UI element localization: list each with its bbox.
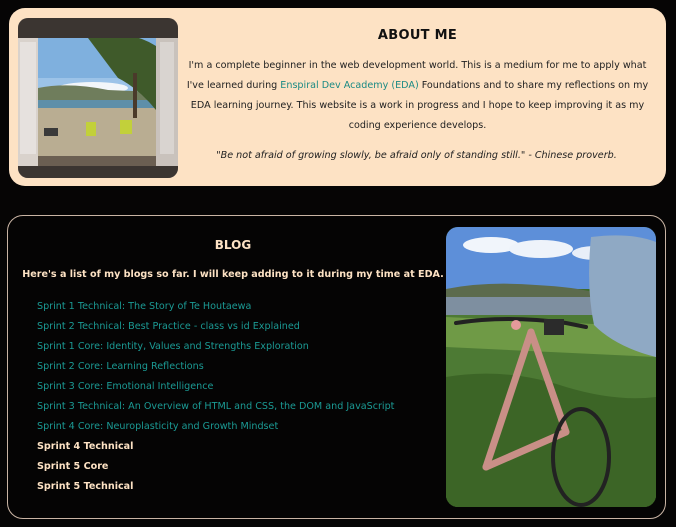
blog-title: BLOG (214, 238, 252, 252)
blog-item[interactable]: Sprint 1 Core: Identity, Values and Stre… (37, 337, 394, 357)
blog-item: Sprint 5 Core (37, 461, 109, 472)
window-view-image (18, 18, 178, 178)
blog-item[interactable]: Sprint 2 Technical: Best Practice - clas… (37, 317, 394, 337)
blog-intro: Here's a list of my blogs so far. I will… (22, 269, 444, 280)
blog-item: Sprint 4 Technical (37, 441, 134, 452)
blog-card: BLOG Here's a list of my blogs so far. I… (7, 215, 666, 519)
blog-item: Sprint 5 Technical (37, 481, 134, 492)
blog-item[interactable]: Sprint 3 Technical: An Overview of HTML … (37, 397, 394, 417)
proverb-quote: "Be not afraid of growing slowly, be afr… (216, 150, 617, 161)
bicycle-photo (446, 227, 656, 507)
blog-item[interactable]: Sprint 3 Core: Emotional Intelligence (37, 377, 394, 397)
bicycle-image (446, 227, 656, 507)
about-paragraph: I'm a complete beginner in the web devel… (184, 56, 651, 136)
blog-item[interactable]: Sprint 1 Technical: The Story of Te Hout… (37, 297, 394, 317)
window-view-photo (18, 18, 178, 178)
about-me-card: ABOUT ME I'm a complete beginner in the … (9, 8, 666, 186)
blog-item[interactable]: Sprint 4 Core: Neuroplasticity and Growt… (37, 417, 394, 437)
blog-list: Sprint 1 Technical: The Story of Te Hout… (37, 297, 394, 497)
eda-link[interactable]: Enspiral Dev Academy (EDA) (280, 80, 418, 91)
blog-item[interactable]: Sprint 2 Core: Learning Reflections (37, 357, 394, 377)
about-title: ABOUT ME (377, 28, 458, 43)
